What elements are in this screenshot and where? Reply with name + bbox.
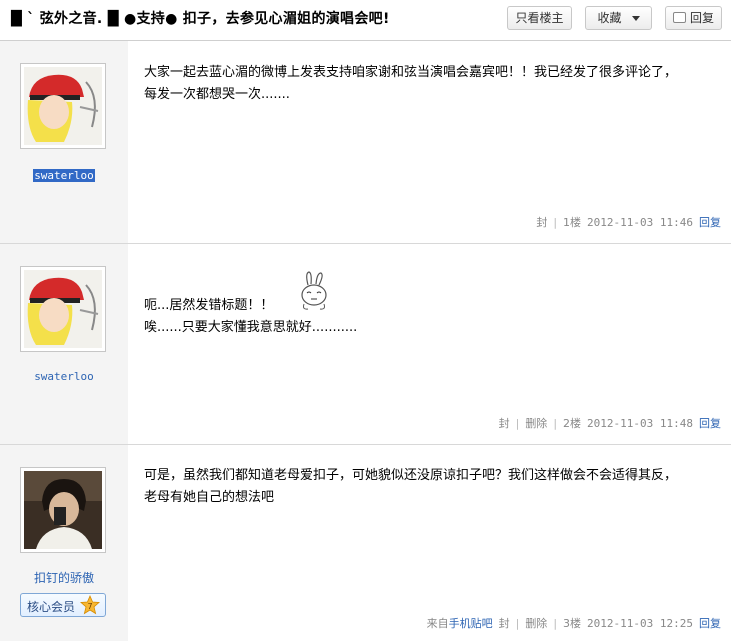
seal-link[interactable]: 封 [536, 216, 547, 229]
source-prefix: 来自 [426, 617, 449, 630]
collect-button[interactable]: 收藏 [585, 6, 652, 30]
reply-button[interactable]: 回复 [665, 6, 722, 30]
floor-number: 2楼 [563, 417, 582, 430]
thread-header: █ ` 弦外之音. █ ●支持● 扣子，去参见心湄姐的演唱会吧! 只看楼主 收藏… [0, 0, 731, 41]
author-name[interactable]: swaterloo [0, 370, 128, 383]
only-op-label: 只看楼主 [515, 11, 564, 25]
badge-label: 核心会员 [27, 600, 76, 614]
post-content: 呃...居然发错标题！！ 唉......只要大家懂我意思就好..........… [144, 295, 719, 339]
floor-number: 3楼 [563, 617, 582, 630]
seal-link[interactable]: 封 [499, 417, 510, 430]
collect-label: 收藏 [597, 11, 622, 25]
reply-link[interactable]: 回复 [699, 417, 721, 430]
avatar[interactable] [20, 467, 106, 553]
seal-link[interactable]: 封 [499, 617, 510, 630]
avatar[interactable] [20, 266, 106, 352]
post-item: swaterloo 呃...居然发错标题！！ 唉......只要大家懂我意思就好… [0, 244, 731, 445]
source-link[interactable]: 手机贴吧 [449, 617, 493, 630]
level-star-icon: 7 [80, 595, 100, 615]
reply-link[interactable]: 回复 [699, 216, 721, 229]
post-time: 2012-11-03 12:25 [587, 617, 693, 630]
post-meta: 来自手机贴吧封 | 删除 | 3楼 2012-11-03 12:25 回复 [426, 617, 721, 630]
reply-link[interactable]: 回复 [699, 617, 721, 630]
only-op-button[interactable]: 只看楼主 [507, 6, 572, 30]
thread-title: █ ` 弦外之音. █ ●支持● 扣子，去参见心湄姐的演唱会吧! [11, 11, 390, 27]
post-content: 可是，虽然我们都知道老母爱扣子，可她貌似还没原谅扣子吧？我们这样做会不会适得其反… [144, 465, 719, 509]
post-text-line: 唉......只要大家懂我意思就好........... [144, 320, 358, 335]
post-text-line: 老母有她自己的想法吧 [144, 490, 275, 505]
author-panel: swaterloo [0, 244, 128, 444]
floor-number: 1楼 [563, 216, 582, 229]
post-item: swaterloo 大家一起去蓝心湄的微博上发表支持咱家谢和弦当演唱会嘉宾吧！！… [0, 41, 731, 244]
post-time: 2012-11-03 11:48 [587, 417, 693, 430]
member-badge[interactable]: 核心会员 7 [20, 593, 106, 617]
post-text-line: 每发一次都想哭一次....... [144, 87, 290, 102]
post-text-line: 可是，虽然我们都知道老母爱扣子，可她貌似还没原谅扣子吧？我们这样做会不会适得其反… [144, 468, 678, 483]
author-panel: 扣钉的骄傲 核心会员 7 [0, 445, 128, 641]
avatar[interactable] [20, 63, 106, 149]
delete-link[interactable]: 删除 [525, 417, 547, 430]
reply-label: 回复 [689, 11, 714, 25]
post-meta: 封 | 1楼 2012-11-03 11:46 回复 [536, 216, 721, 229]
chevron-down-icon [631, 16, 640, 21]
author-panel: swaterloo [0, 41, 128, 243]
post-time: 2012-11-03 11:46 [587, 216, 693, 229]
delete-link[interactable]: 删除 [525, 617, 547, 630]
author-name[interactable]: swaterloo [0, 169, 128, 182]
rabbit-emoticon-icon [296, 271, 332, 311]
post-text-line: 大家一起去蓝心湄的微博上发表支持咱家谢和弦当演唱会嘉宾吧！！我已经发了很多评论了… [144, 65, 678, 80]
post-meta: 封 | 删除 | 2楼 2012-11-03 11:48 回复 [498, 417, 721, 430]
level-number: 7 [87, 602, 92, 611]
post-text-line: 呃...居然发错标题！！ [144, 298, 274, 313]
post-item: 扣钉的骄傲 核心会员 7 可是，虽然我们都知道老母爱扣子，可她貌似还没原谅扣子吧… [0, 445, 731, 641]
post-content: 大家一起去蓝心湄的微博上发表支持咱家谢和弦当演唱会嘉宾吧！！我已经发了很多评论了… [144, 62, 719, 106]
speech-bubble-icon [672, 12, 686, 23]
author-name[interactable]: 扣钉的骄傲 [0, 569, 128, 586]
